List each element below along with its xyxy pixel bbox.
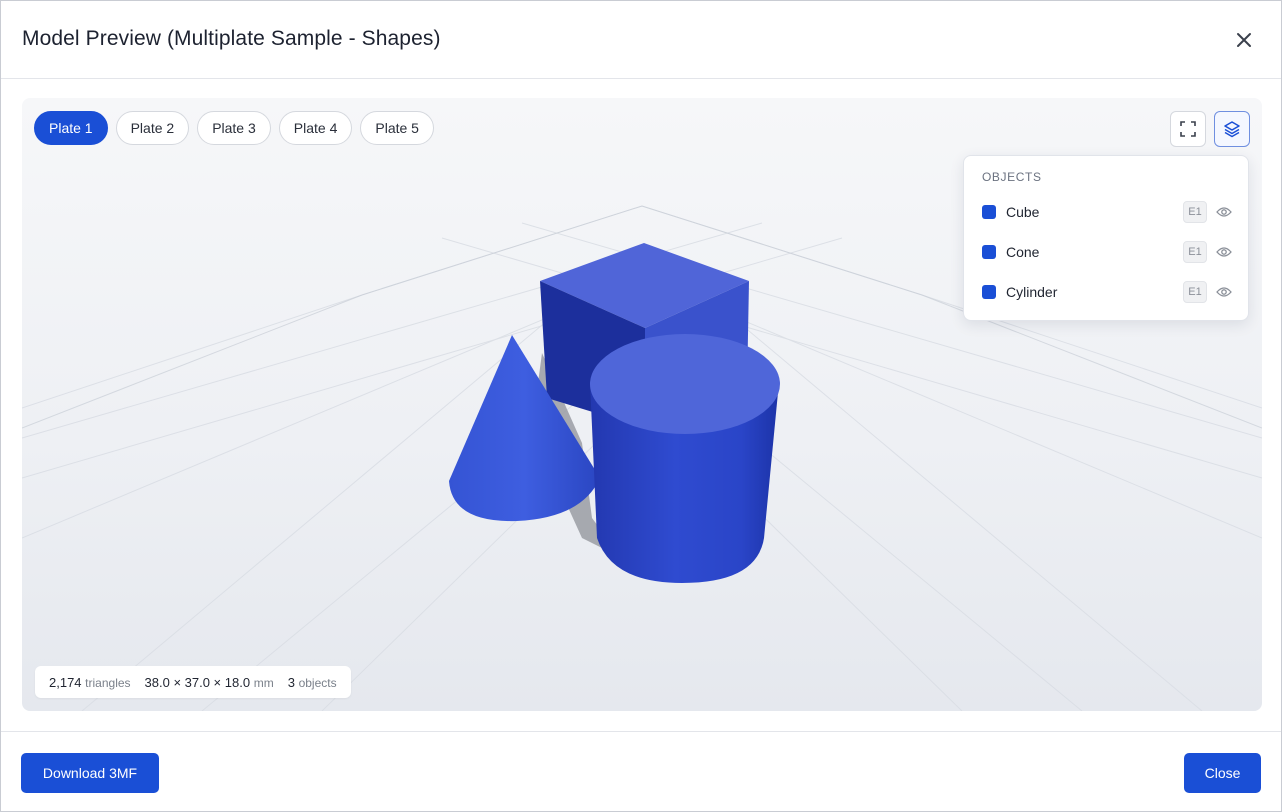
tab-plate-4[interactable]: Plate 4 [278, 111, 353, 145]
object-row-cone[interactable]: Cone E1 [964, 232, 1250, 272]
object-row-cylinder[interactable]: Cylinder E1 [964, 272, 1250, 312]
eye-icon[interactable] [1214, 202, 1234, 222]
cylinder-model [590, 334, 780, 583]
color-swatch [982, 245, 996, 259]
object-name: Cube [1006, 204, 1040, 220]
extruder-badge: E1 [1183, 241, 1207, 263]
object-name: Cone [1006, 244, 1040, 260]
download-3mf-button[interactable]: Download 3MF [21, 753, 159, 793]
close-icon[interactable] [1231, 27, 1257, 53]
eye-icon[interactable] [1214, 242, 1234, 262]
close-button[interactable]: Close [1184, 753, 1261, 793]
fullscreen-icon [1180, 121, 1196, 137]
model-stats: 2,174 triangles 38.0 × 37.0 × 18.0 mm 3 … [35, 666, 351, 698]
color-swatch [982, 205, 996, 219]
tab-plate-1[interactable]: Plate 1 [34, 111, 108, 145]
3d-viewer[interactable]: Plate 1 Plate 2 Plate 3 Plate 4 Plate 5 … [22, 98, 1262, 711]
plate-tabs: Plate 1 Plate 2 Plate 3 Plate 4 Plate 5 [34, 111, 434, 145]
extruder-badge: E1 [1183, 281, 1207, 303]
object-count: 3 objects [287, 674, 337, 690]
dialog-footer: Download 3MF Close [1, 731, 1281, 812]
extruder-badge: E1 [1183, 201, 1207, 223]
objects-panel: OBJECTS Cube E1 Cone E1 Cylinder E1 [963, 155, 1249, 321]
object-row-cube[interactable]: Cube E1 [964, 192, 1250, 232]
eye-icon[interactable] [1214, 282, 1234, 302]
model-dimensions: 38.0 × 37.0 × 18.0 mm [144, 674, 274, 690]
tab-plate-3[interactable]: Plate 3 [197, 111, 271, 145]
layers-icon [1224, 121, 1240, 138]
fullscreen-button[interactable] [1170, 111, 1206, 147]
tab-plate-5[interactable]: Plate 5 [360, 111, 434, 145]
tab-plate-2[interactable]: Plate 2 [115, 111, 190, 145]
object-name: Cylinder [1006, 284, 1058, 300]
layers-button[interactable] [1214, 111, 1250, 147]
dialog-header: Model Preview (Multiplate Sample - Shape… [1, 1, 1281, 79]
objects-heading: OBJECTS [982, 170, 1042, 184]
dialog-title: Model Preview (Multiplate Sample - Shape… [22, 27, 441, 50]
color-swatch [982, 285, 996, 299]
triangle-count: 2,174 triangles [49, 674, 131, 690]
model-preview-dialog: Model Preview (Multiplate Sample - Shape… [0, 0, 1282, 812]
